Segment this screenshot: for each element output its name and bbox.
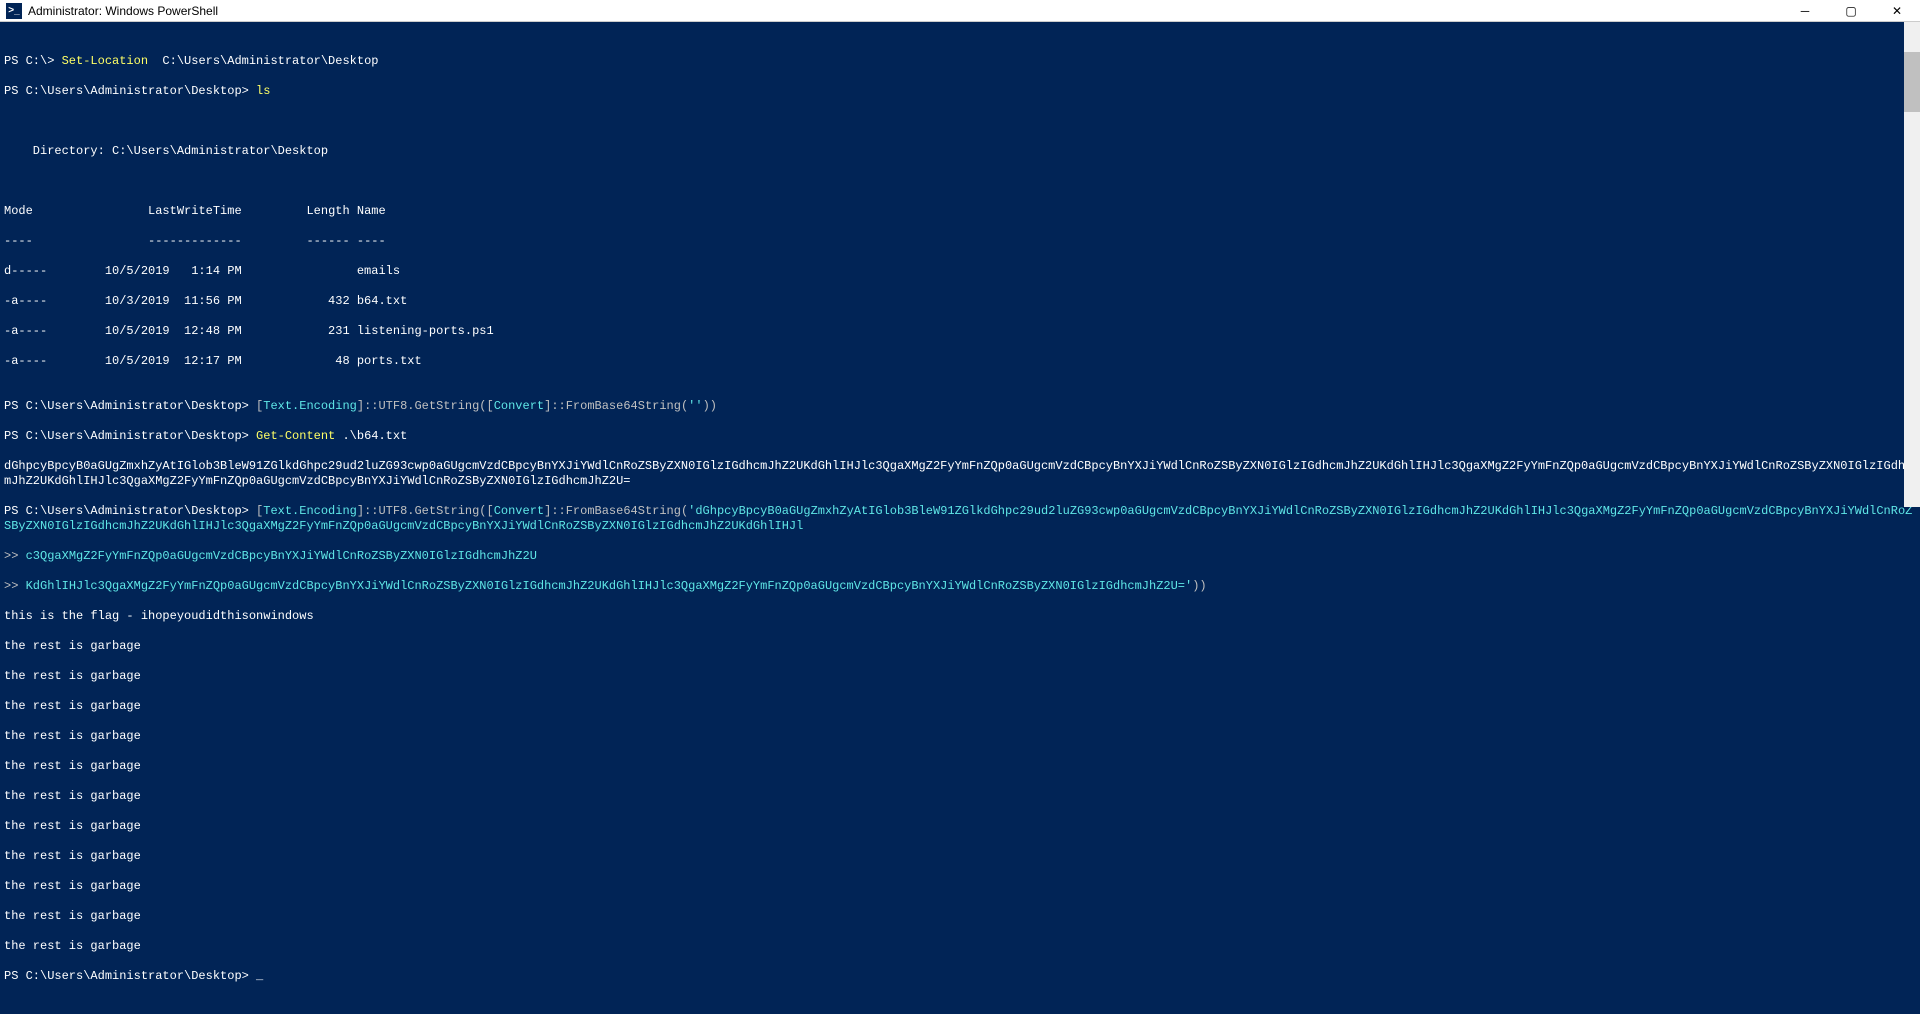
dir-header: Directory: C:\Users\Administrator\Deskto… (4, 144, 1916, 159)
scroll-thumb[interactable] (1904, 52, 1920, 112)
garbage-line: the rest is garbage (4, 939, 1916, 954)
b64-output: dGhpcyBpcyB0aGUgZmxhZyAtIGlob3BleW91ZGlk… (4, 459, 1916, 489)
title-bar: >_ Administrator: Windows PowerShell ─ ▢… (0, 0, 1920, 22)
powershell-icon: >_ (6, 3, 22, 19)
cmd-decode-line: PS C:\Users\Administrator\Desktop> [Text… (4, 504, 1916, 534)
cmd-arg: .\b64.txt (335, 429, 407, 443)
flag-output: this is the flag - ihopeyoudidthisonwind… (4, 609, 1916, 624)
garbage-line: the rest is garbage (4, 849, 1916, 864)
cmd-ls: ls (256, 84, 270, 98)
console-area[interactable]: PS C:\> Set-Location C:\Users\Administra… (0, 22, 1920, 507)
garbage-line: the rest is garbage (4, 759, 1916, 774)
col-underline: ---- ------------- ------ ---- (4, 234, 1916, 249)
garbage-line: the rest is garbage (4, 909, 1916, 924)
table-row: -a---- 10/5/2019 12:48 PM 231 listening-… (4, 324, 1916, 339)
cmd-set-location: Set-Location (62, 54, 148, 68)
string-literal: '' (688, 399, 702, 413)
close-button[interactable]: ✕ (1874, 0, 1920, 22)
garbage-line: the rest is garbage (4, 699, 1916, 714)
prompt: PS C:\Users\Administrator\Desktop> (4, 429, 256, 443)
garbage-line: the rest is garbage (4, 819, 1916, 834)
garbage-line: the rest is garbage (4, 729, 1916, 744)
minimize-button[interactable]: ─ (1782, 0, 1828, 22)
cmd-cont-line: >> c3QgaXMgZ2FyYmFnZQp0aGUgcmVzdCBpcyBnY… (4, 549, 1916, 564)
table-row: -a---- 10/5/2019 12:17 PM 48 ports.txt (4, 354, 1916, 369)
cursor: _ (256, 969, 263, 983)
prompt: PS C:\> (4, 54, 62, 68)
cmd-cont-line: >> KdGhlIHJlc3QgaXMgZ2FyYmFnZQp0aGUgcmVz… (4, 579, 1916, 594)
table-row: d----- 10/5/2019 1:14 PM emails (4, 264, 1916, 279)
garbage-line: the rest is garbage (4, 879, 1916, 894)
type-ref: Text.Encoding (263, 399, 357, 413)
table-row: -a---- 10/3/2019 11:56 PM 432 b64.txt (4, 294, 1916, 309)
cmd-get-content: Get-Content (256, 429, 335, 443)
type-ref: Convert (494, 399, 544, 413)
prompt: PS C:\Users\Administrator\Desktop> (4, 84, 256, 98)
prompt: PS C:\Users\Administrator\Desktop> (4, 969, 256, 983)
scrollbar[interactable] (1904, 22, 1920, 507)
garbage-line: the rest is garbage (4, 669, 1916, 684)
garbage-line: the rest is garbage (4, 789, 1916, 804)
col-header: Mode LastWriteTime Length Name (4, 204, 1916, 219)
window-controls: ─ ▢ ✕ (1782, 0, 1920, 22)
garbage-line: the rest is garbage (4, 639, 1916, 654)
maximize-button[interactable]: ▢ (1828, 0, 1874, 22)
prompt: PS C:\Users\Administrator\Desktop> (4, 399, 256, 413)
window-title: Administrator: Windows PowerShell (28, 4, 218, 18)
cmd-arg: C:\Users\Administrator\Desktop (148, 54, 378, 68)
